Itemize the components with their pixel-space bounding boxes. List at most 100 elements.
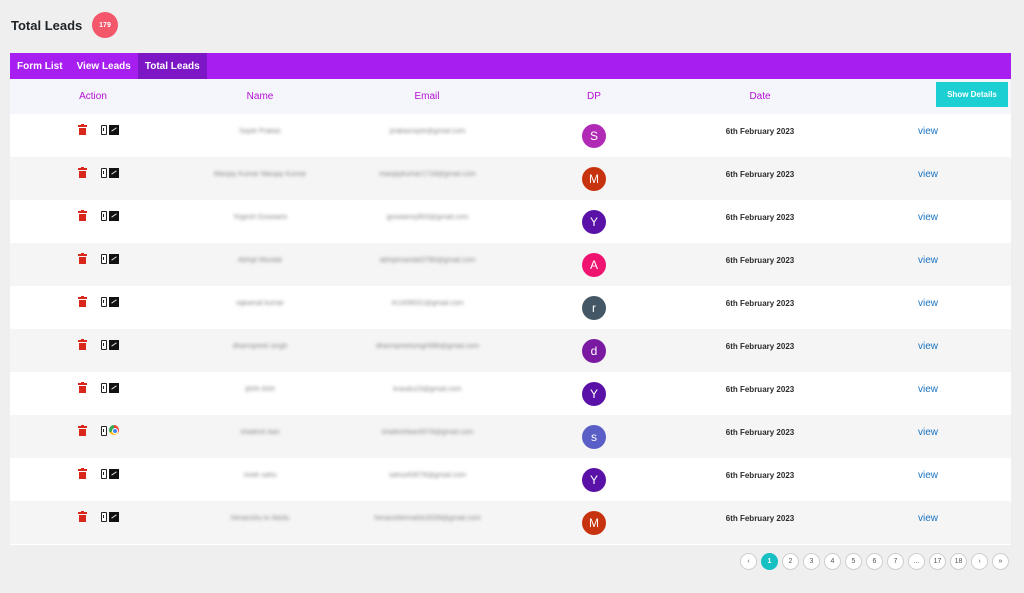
mobile-phone-icon (101, 340, 107, 350)
lead-name: Himanshu kr Aledu (230, 515, 290, 522)
browser-icon (109, 211, 119, 221)
trash-icon[interactable] (78, 511, 87, 523)
lead-date: 6th February 2023 (725, 428, 795, 437)
lead-email: kraudu23@gmail.com (393, 386, 462, 393)
browser-icon (109, 469, 119, 479)
lead-name: ijhhh ihhh (245, 386, 275, 393)
trash-icon[interactable] (78, 339, 87, 351)
lead-name: vivek sahu (243, 472, 277, 479)
table-row: dharmpreet singh dharmpreetsingh986@gmai… (10, 329, 1011, 372)
page-button[interactable]: 18 (950, 553, 967, 570)
table-row: Sayte Prakas prabasrayte@gmail.com S 6th… (10, 114, 1011, 157)
view-link[interactable]: view (908, 157, 948, 192)
chrome-icon (109, 425, 119, 435)
table-row: ijhhh ihhh kraudu23@gmail.com Y 6th Febr… (10, 372, 1011, 415)
trash-icon[interactable] (78, 468, 87, 480)
tab-form-list[interactable]: Form List (10, 53, 70, 79)
page-button[interactable]: 5 (845, 553, 862, 570)
avatar: r (582, 296, 606, 320)
trash-icon[interactable] (78, 382, 87, 394)
lead-email: prabasrayte@gmail.com (389, 128, 466, 135)
mobile-phone-icon (101, 125, 107, 135)
lead-date: 6th February 2023 (725, 342, 795, 351)
view-link[interactable]: view (908, 200, 948, 235)
avatar: A (582, 253, 606, 277)
page-button[interactable]: 7 (887, 553, 904, 570)
mobile-phone-icon (101, 469, 107, 479)
mobile-phone-icon (101, 383, 107, 393)
trash-icon[interactable] (78, 253, 87, 265)
column-header-date: Date (749, 91, 771, 102)
view-link[interactable]: view (908, 415, 948, 450)
avatar: d (582, 339, 606, 363)
tab-total-leads[interactable]: Total Leads (137, 53, 207, 79)
tab-bar: Form List View Leads Total Leads (10, 53, 1011, 79)
lead-name: rajkamal kumar (236, 300, 284, 307)
browser-icon (109, 168, 119, 178)
page-button[interactable]: 4 (824, 553, 841, 570)
view-link[interactable]: view (908, 114, 948, 149)
next-page-button[interactable]: › (971, 553, 988, 570)
column-header-action: Action (79, 91, 107, 102)
lead-date: 6th February 2023 (725, 127, 795, 136)
lead-email: abhijitmandal3786@gmail.com (379, 257, 476, 264)
lead-date: 6th February 2023 (725, 514, 795, 523)
avatar: Y (582, 210, 606, 234)
view-link[interactable]: view (908, 243, 948, 278)
table-row: Himanshu kr Aledu himanshkrmahto3339@gma… (10, 501, 1011, 544)
browser-icon (109, 254, 119, 264)
avatar: M (582, 511, 606, 535)
trash-icon[interactable] (78, 425, 87, 437)
table-row: rajkamal kumar rk1408531@gmail.com r 6th… (10, 286, 1011, 329)
trash-icon[interactable] (78, 167, 87, 179)
page-button[interactable]: 6 (866, 553, 883, 570)
page-button[interactable]: ... (908, 553, 925, 570)
table-row: Abhijit Mondal abhijitmandal3786@gmail.c… (10, 243, 1011, 286)
lead-name: shailesh bari (240, 429, 280, 436)
browser-icon (109, 125, 119, 135)
trash-icon[interactable] (78, 124, 87, 136)
show-details-button[interactable]: Show Details (936, 82, 1008, 107)
page-title: Total Leads (11, 17, 83, 33)
view-link[interactable]: view (908, 329, 948, 364)
page-button[interactable]: 3 (803, 553, 820, 570)
pagination: ‹ 1 2 3 4 5 6 7... 17 18 ›» (740, 553, 1013, 570)
lead-count-badge: 179 (92, 12, 118, 38)
page-button[interactable]: 2 (782, 553, 799, 570)
column-header-dp: DP (587, 91, 601, 102)
lead-name: Manjay Kumar Manjay Kumar (213, 171, 307, 178)
mobile-phone-icon (101, 254, 107, 264)
table-row: vivek sahu sahuv63078@gmail.com Y 6th Fe… (10, 458, 1011, 501)
view-link[interactable]: view (908, 458, 948, 493)
prev-page-button[interactable]: ‹ (740, 553, 757, 570)
lead-email: himanshkrmahto3339@gmail.com (374, 515, 481, 522)
lead-date: 6th February 2023 (725, 256, 795, 265)
lead-email: shaileshbari0078@gmail.com (381, 429, 474, 436)
browser-icon (109, 297, 119, 307)
lead-name: Abhijit Mondal (238, 257, 282, 264)
table-header: Action Name Email DP Date Show Details (10, 79, 1011, 114)
page-button[interactable]: 17 (929, 553, 946, 570)
lead-date: 6th February 2023 (725, 471, 795, 480)
avatar: Y (582, 468, 606, 492)
trash-icon[interactable] (78, 296, 87, 308)
mobile-phone-icon (101, 297, 107, 307)
view-link[interactable]: view (908, 286, 948, 321)
mobile-phone-icon (101, 168, 107, 178)
page-button[interactable]: 1 (761, 553, 778, 570)
avatar: S (582, 124, 606, 148)
mobile-phone-icon (101, 426, 107, 436)
view-link[interactable]: view (908, 372, 948, 407)
table-body: Sayte Prakas prabasrayte@gmail.com S 6th… (10, 114, 1011, 544)
table-row: Yogesh Goswami goswamiy803@gmail.com Y 6… (10, 200, 1011, 243)
trash-icon[interactable] (78, 210, 87, 222)
table-row: Manjay Kumar Manjay Kumar manjaykumar171… (10, 157, 1011, 200)
avatar: M (582, 167, 606, 191)
view-link[interactable]: view (908, 501, 948, 536)
column-header-email: Email (414, 91, 440, 102)
tab-view-leads[interactable]: View Leads (70, 53, 138, 79)
browser-icon (109, 512, 119, 522)
leads-panel: Form List View Leads Total Leads Action … (10, 53, 1011, 545)
last-page-button[interactable]: » (992, 553, 1009, 570)
lead-email: rk1408531@gmail.com (391, 300, 464, 307)
